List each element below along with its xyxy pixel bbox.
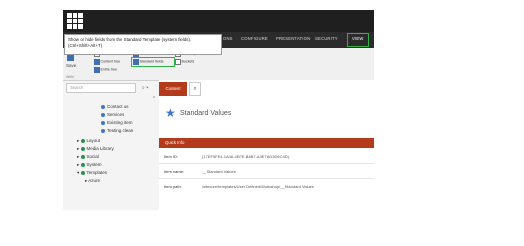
tree-item-testing-clean[interactable]: Testing clean [101,128,133,133]
standard-fields-highlight [131,57,175,67]
tree-item-contact-us[interactable]: Contact us [101,104,129,109]
tree-item-layout[interactable]: ▸ Layout [77,138,100,144]
folder-icon [80,154,85,159]
folder-icon [80,138,85,143]
tree-item-social[interactable]: ▸ Social [77,154,99,160]
tab-security[interactable]: SECURITY [315,36,338,41]
item-id-value: {17EF9FE4-1A46-4EFE-B8B7-A3E7AD3D6C4D} [202,154,289,159]
tree-item-services[interactable]: Services [101,112,124,117]
tab-presentation[interactable]: PRESENTATION [276,36,310,41]
save-button[interactable]: Save [66,63,76,68]
item-id-row: Item ID: {17EF9FE4-1A46-4EFE-B8B7-A3E7AD… [164,154,289,159]
item-path-value: /sitecore/templates/User Defined/Worksho… [202,184,314,189]
tree-item-existing[interactable]: Existing item [101,120,133,125]
item-path-row: Item path: /sitecore/templates/User Defi… [164,184,314,189]
folder-icon [80,162,85,167]
sitecore-logo-icon[interactable] [67,13,83,29]
tab-configure[interactable]: CONFIGURE [241,36,268,41]
item-path-label: Item path: [164,184,182,189]
divider [159,163,374,164]
app-window: ONS CONFIGURE PRESENTATION SECURITY VIEW… [63,10,374,210]
tooltip-shortcut: (Ctrl+Shift+Alt+T) [68,43,103,48]
item-icon [101,120,105,125]
quick-info-header[interactable]: Quick Info [159,138,374,148]
item-name-label: Item name: [164,169,185,174]
tooltip: Show or hide fields from the Standard Te… [64,34,222,55]
scroll-up-icon[interactable]: ⌃ [152,96,156,102]
content-tree-checkbox[interactable]: Content tree [94,59,120,65]
item-icon [101,112,105,117]
entire-tree-checkbox[interactable]: Entire tree [94,67,117,73]
tree-item-templates[interactable]: ▾ Templates [77,170,107,176]
item-icon [101,104,105,109]
item-id-label: Item ID: [164,154,179,159]
top-bar [63,10,374,32]
content-tree: Contact us Services Existing item Testin… [63,96,158,210]
tree-item-azure[interactable]: ▸ Azure [85,178,100,184]
folder-icon [80,170,85,175]
item-name-row: Item name: __Standard Values [164,169,236,174]
item-name-value: __Standard Values [202,169,236,174]
search-tab-icon[interactable]: ⌕ [189,82,201,96]
tab-ons[interactable]: ONS [223,36,233,41]
item-title: Standard Values [180,110,232,117]
tree-item-system[interactable]: ▸ System [77,162,102,168]
editor-tabs: Content ⌕ [159,82,374,96]
view-tab-highlight [347,33,369,47]
divider [159,178,374,179]
buckets-checkbox[interactable]: Buckets [175,59,194,65]
search-input[interactable]: Search [66,83,136,93]
item-icon [101,128,105,133]
ribbon-group-label: Write [66,75,75,79]
search-icon[interactable]: ⌕ ▾ [142,85,148,91]
folder-icon [80,146,85,151]
tree-item-media-library[interactable]: ▸ Media Library [77,146,114,152]
star-icon: ★ [165,106,176,120]
tab-content[interactable]: Content [159,82,187,96]
